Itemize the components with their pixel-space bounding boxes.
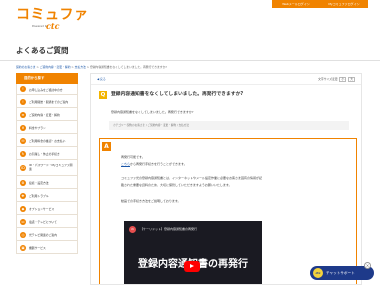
chat-mascot-icon: ctc xyxy=(313,268,323,278)
video-title[interactable]: 【ケーリドット】登録内容通知書の再発行 xyxy=(140,227,197,231)
mail-icon: ✉ xyxy=(20,137,26,144)
webmail-login-button[interactable]: Webメールログイン xyxy=(272,0,320,8)
device-icon: ▣ xyxy=(20,244,26,251)
site-logo[interactable]: コミュファ Powered by ctc xyxy=(16,8,88,32)
logo-text: コミュファ xyxy=(16,7,89,23)
chat-support-label: チャットサポート xyxy=(326,271,355,275)
refresh-icon: ↻ xyxy=(20,150,26,157)
sidebar-header: 目的から探す xyxy=(16,73,78,84)
back-label: 戻る xyxy=(100,77,106,81)
logo-ctc: ctc xyxy=(46,21,60,31)
sidebar-item-label: ID・パスワード・Myコミュファ関連 xyxy=(29,163,73,171)
sidebar-item-label: ご利用開始・開通までのご案内 xyxy=(29,99,69,104)
answer-text: 動画での手続き方法をご説明しております。 xyxy=(121,199,181,203)
sidebar-item-hikari-tv[interactable]: ◎ 光テレビ関連のご案内 xyxy=(16,228,78,241)
breadcrumb: 契約のお客さま > ご契約内容・変更・解約 > 支払方法 > 登録内容通知書をな… xyxy=(16,65,167,69)
tv-icon: ◎ xyxy=(20,231,26,238)
sidebar-item-billing[interactable]: ✉ ご利用料金の確認・お支払い xyxy=(16,134,78,147)
sidebar: 目的から探す ! お申し込みをご検討中の方 ! ご利用開始・開通までのご案内 ≡ ご契… xyxy=(16,73,78,254)
page-title: よくあるご質問 xyxy=(16,46,69,55)
sidebar-item-label: お引越し・休止の手続き xyxy=(29,151,60,156)
info-icon: ! xyxy=(20,86,26,92)
info-icon: ! xyxy=(20,98,26,105)
gear-icon: ⚙ xyxy=(20,179,26,186)
id-icon: ID xyxy=(20,165,26,171)
sidebar-item-label: 料金やプラン xyxy=(29,125,46,130)
phone-icon: ☏ xyxy=(20,218,26,225)
header-divider xyxy=(0,60,380,61)
answer-text: 再発行可能です。 xyxy=(121,155,145,159)
channel-avatar: ctc xyxy=(129,226,136,233)
diamond-icon: ◆ xyxy=(20,205,26,212)
sidebar-item-label: ご契約内容・変更・解約 xyxy=(29,112,60,117)
plus-icon: ✚ xyxy=(20,192,26,199)
sidebar-item-label: 光テレビ関連のご案内 xyxy=(29,232,57,237)
question-body: 登録内容通知書をなくしてしまいました。再発行できますか? xyxy=(111,110,194,114)
faq-panel: ◀ 戻る 文字サイズ変更 小 大 Q 登録内容通知書をなくしてしまいました。再発… xyxy=(90,73,362,285)
sidebar-item-options[interactable]: ◆ オプションサービス xyxy=(16,202,78,215)
reissue-link[interactable]: こちら xyxy=(121,162,130,166)
sidebar-item-label: ご利用料金の確認・お支払い xyxy=(29,138,66,143)
sidebar-item-considering[interactable]: ! お申し込みをご検討中の方 xyxy=(16,84,78,95)
breadcrumb-item[interactable]: 契約のお客さま xyxy=(16,65,36,69)
answer-text: コミュファ光の登録内容通知書とは、インターネットやメール設定作業に必要なお客さま… xyxy=(121,176,263,180)
font-size-control: 文字サイズ変更 小 大 xyxy=(318,77,355,82)
answer-text-inline: から再発行手続きを行うことができます。 xyxy=(130,162,187,166)
breadcrumb-item[interactable]: 支払方法 xyxy=(75,65,86,69)
breadcrumb-current: 登録内容通知書をなくしてしまいました。再発行できますか? xyxy=(89,65,167,69)
yen-icon: ¥ xyxy=(20,124,26,131)
answer-text: こちらから再発行手続きを行うことができます。 xyxy=(121,162,187,166)
sidebar-item-label: 機器サービス xyxy=(29,245,46,250)
question-badge: Q xyxy=(99,91,107,99)
sidebar-item-label: オプションサービス xyxy=(29,206,55,211)
panel-divider xyxy=(91,84,361,85)
play-button[interactable] xyxy=(184,261,200,272)
sidebar-item-moving[interactable]: ↻ お引越し・休止の手続き xyxy=(16,147,78,160)
chat-close-button[interactable]: × xyxy=(364,262,371,269)
sidebar-item-label: 接続・設定方法 xyxy=(29,180,49,185)
sidebar-item-label: 電話・テレビについて xyxy=(29,219,57,224)
sidebar-item-pricing[interactable]: ¥ 料金やプラン xyxy=(16,121,78,134)
sidebar-item-label: お申し込みをご検討中の方 xyxy=(29,87,63,92)
mycommufa-login-button[interactable]: Myコミュファログイン xyxy=(320,0,368,8)
sidebar-item-devices[interactable]: ▣ 機器サービス xyxy=(16,241,78,254)
font-size-large-button[interactable]: 大 xyxy=(348,77,355,82)
category-path: カテゴリー:契約のお客さま / ご契約内容・変更・解約 / 支払方法 xyxy=(109,121,349,130)
sidebar-item-contract[interactable]: ≡ ご契約内容・変更・解約 xyxy=(16,108,78,121)
font-size-label: 文字サイズ変更 xyxy=(318,77,338,81)
sidebar-item-connection[interactable]: ⚙ 接続・設定方法 xyxy=(16,176,78,189)
breadcrumb-item[interactable]: ご契約内容・変更・解約 xyxy=(40,65,71,69)
sidebar-item-phone-tv[interactable]: ☏ 電話・テレビについて xyxy=(16,215,78,228)
sidebar-item-start-guide[interactable]: ! ご利用開始・開通までのご案内 xyxy=(16,95,78,108)
document-icon: ≡ xyxy=(20,111,26,118)
sidebar-item-trouble[interactable]: ✚ ご利用トラブル xyxy=(16,189,78,202)
sidebar-item-label: ご利用トラブル xyxy=(29,193,49,198)
sidebar-item-id-password[interactable]: ID ID・パスワード・Myコミュファ関連 xyxy=(16,160,78,176)
back-link[interactable]: ◀ 戻る xyxy=(97,77,106,81)
answer-box: A 再発行可能です。 こちらから再発行手続きを行うことができます。 コミュファ光… xyxy=(99,138,357,284)
font-size-small-button[interactable]: 小 xyxy=(339,77,347,82)
play-icon xyxy=(190,264,194,268)
question-title: 登録内容通知書をなくしてしまいました。再発行できますか? xyxy=(111,92,244,97)
video-player[interactable]: ctc 【ケーリドット】登録内容通知書の再発行 登録内容通知書の再発行 xyxy=(124,221,262,284)
answer-text: 載された重要な資料のため、大切に保管していただきますようお願いいたします。 xyxy=(121,183,232,187)
answer-badge: A xyxy=(102,142,111,151)
